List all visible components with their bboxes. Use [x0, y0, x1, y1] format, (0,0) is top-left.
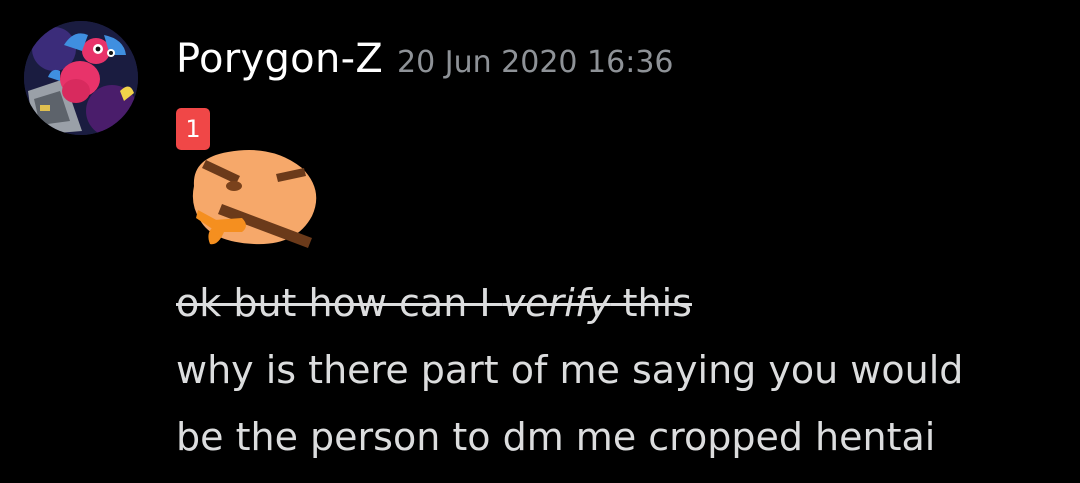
author-name[interactable]: Porygon-Z	[176, 36, 383, 82]
message-line-strikethrough: ok but how can I verify this	[176, 270, 963, 337]
message-segment: ok but how can I	[176, 281, 503, 325]
message-timestamp: 20 Jun 2020 16:36	[397, 45, 674, 80]
thinking-angry-face-emoji-icon	[184, 146, 324, 254]
message-segment-italic: verify	[502, 281, 611, 325]
chat-message: Porygon-Z 20 Jun 2020 16:36 1 ok but how …	[0, 0, 1080, 483]
message-content: ok but how can I verify this why is ther…	[176, 270, 963, 471]
user-avatar[interactable]	[24, 21, 138, 135]
message-line: why is there part of me saying you would	[176, 348, 964, 392]
message-line: be the person to dm me cropped hentai	[176, 415, 936, 459]
reaction-count-badge: 1	[176, 108, 210, 150]
message-segment: this	[610, 281, 692, 325]
message-header: Porygon-Z 20 Jun 2020 16:36	[176, 36, 674, 82]
